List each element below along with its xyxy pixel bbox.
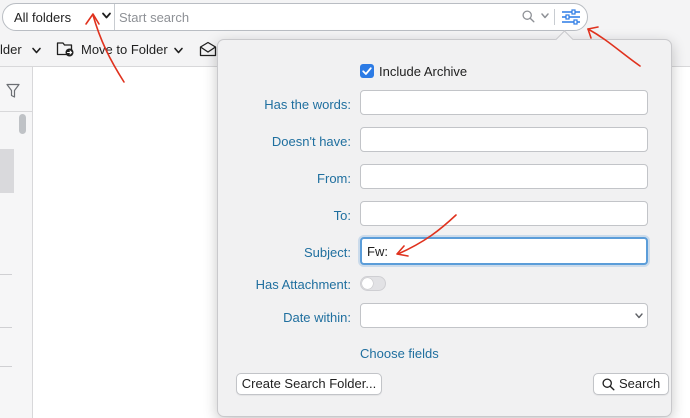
chevron-down-icon	[102, 12, 111, 19]
selected-list-item[interactable]	[0, 149, 14, 193]
from-field[interactable]	[360, 164, 648, 189]
divider	[0, 274, 12, 275]
has-words-field[interactable]	[360, 90, 648, 115]
toggle-knob	[362, 278, 373, 289]
subject-label: Subject:	[304, 245, 351, 260]
advanced-search-panel: Include Archive Has the words: Doesn't h…	[217, 30, 672, 417]
chevron-down-icon	[635, 313, 643, 319]
doesnt-have-label: Doesn't have:	[271, 134, 351, 149]
create-search-folder-button[interactable]: Create Search Folder...	[236, 373, 382, 395]
to-field[interactable]	[360, 201, 648, 226]
search-scope-label: All folders	[14, 10, 72, 25]
chevron-down-icon[interactable]	[31, 45, 42, 56]
from-label: From:	[317, 171, 351, 186]
search-bar: All folders	[0, 0, 690, 35]
folder-pane	[0, 67, 33, 418]
filter-icon[interactable]	[6, 83, 20, 99]
search-input[interactable]	[119, 7, 514, 27]
include-archive-label: Include Archive	[379, 64, 468, 79]
move-to-folder-icon[interactable]	[56, 40, 76, 58]
checkbox-checked-icon	[360, 64, 374, 78]
has-attachment-toggle[interactable]	[360, 276, 386, 291]
search-icon	[602, 378, 615, 391]
search-button[interactable]: Search	[593, 373, 669, 395]
folder-button-label[interactable]: lder	[0, 42, 22, 57]
search-options-chevron-icon[interactable]	[540, 11, 550, 21]
envelope-icon[interactable]	[199, 41, 217, 57]
search-scope-dropdown[interactable]: All folders	[3, 4, 115, 30]
filter-strip	[0, 67, 32, 112]
choose-fields-link[interactable]: Choose fields	[360, 346, 439, 361]
date-within-label: Date within:	[283, 310, 351, 325]
has-words-label: Has the words:	[264, 97, 351, 112]
search-button-label: Search	[619, 376, 661, 391]
advanced-search-icon[interactable]	[559, 8, 583, 26]
search-box: All folders	[2, 3, 588, 31]
divider	[0, 327, 12, 328]
doesnt-have-field[interactable]	[360, 127, 648, 152]
has-attachment-label: Has Attachment:	[255, 277, 351, 292]
search-icon[interactable]	[522, 10, 535, 23]
divider	[0, 366, 12, 367]
search-divider	[554, 9, 555, 25]
move-to-folder-button[interactable]: Move to Folder	[81, 42, 168, 57]
scrollbar-thumb[interactable]	[19, 114, 26, 134]
date-within-select[interactable]	[360, 303, 648, 328]
subject-field[interactable]	[360, 237, 648, 265]
to-label: To:	[333, 208, 351, 223]
chevron-down-icon[interactable]	[173, 45, 184, 56]
